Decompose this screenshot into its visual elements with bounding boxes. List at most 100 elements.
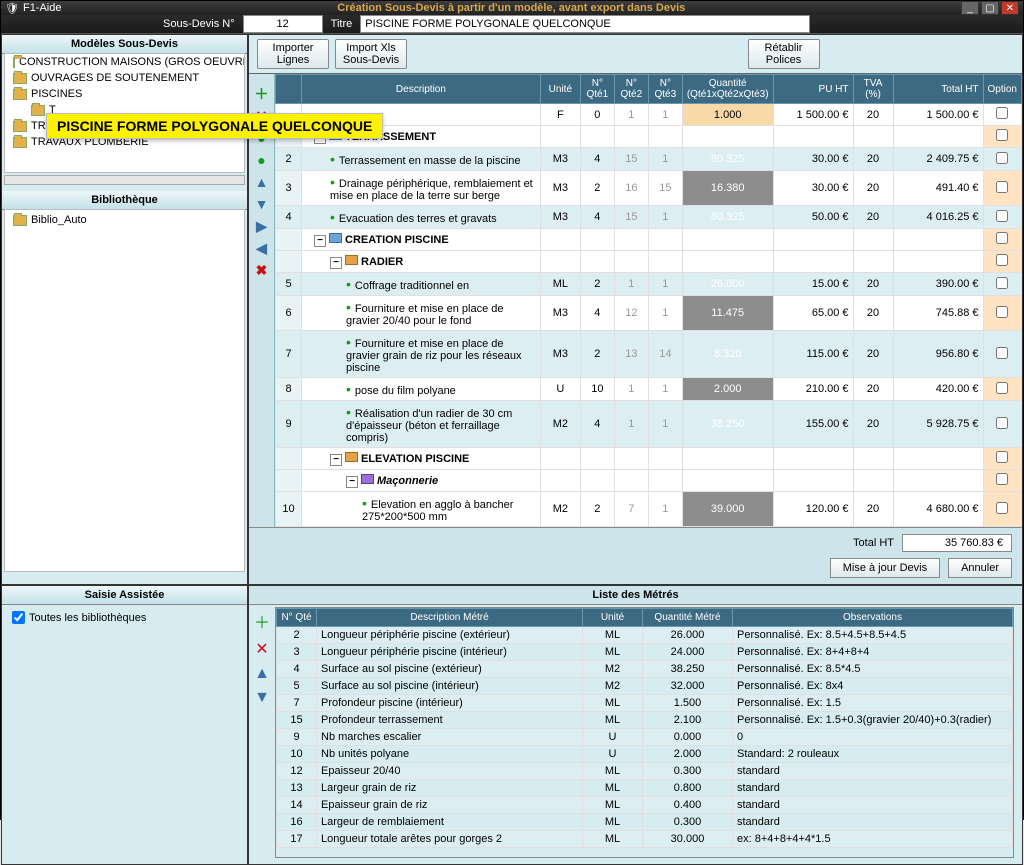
row-down-icon[interactable]: ▼ [254,196,270,212]
metres-delete-icon[interactable]: ✕ [255,639,268,659]
col-unite[interactable]: Unité [540,75,580,104]
biblio-list[interactable]: Biblio_Auto [4,209,245,572]
table-row[interactable]: 4•Evacuation des terres et gravatsM34151… [276,206,1022,229]
col-qte3[interactable]: N° Qté3 [648,75,682,104]
metres-title: Liste des Métrés [249,586,1022,605]
table-row[interactable]: 9•Réalisation d'un radier de 30 cm d'épa… [276,401,1022,448]
metres-row[interactable]: 4Surface au sol piscine (extérieur)M238.… [277,661,1013,678]
col-qte2[interactable]: N° Qté2 [614,75,648,104]
scrollbar-horizontal[interactable] [4,175,245,185]
table-row[interactable]: 2•Terrassement en masse de la piscineM34… [276,148,1022,171]
biblio-item[interactable]: Biblio_Auto [5,210,244,230]
col-qte1[interactable]: N° Qté1 [580,75,614,104]
col-tva[interactable]: TVA (%) [853,75,893,104]
option-checkbox[interactable] [996,232,1008,244]
metres-col-q[interactable]: Quantité Métré [643,609,733,627]
toutes-biblio-input[interactable] [12,611,25,624]
collapse-icon[interactable]: − [330,454,342,466]
option-checkbox[interactable] [996,181,1008,193]
option-checkbox[interactable] [996,277,1008,289]
option-checkbox[interactable] [996,129,1008,141]
option-checkbox[interactable] [996,451,1008,463]
col-description[interactable]: Description [302,75,541,104]
metres-col-obs[interactable]: Observations [733,609,1013,627]
option-checkbox[interactable] [996,210,1008,222]
col-pu[interactable]: PU HT [773,75,853,104]
option-checkbox[interactable] [996,347,1008,359]
table-row[interactable]: 3•Drainage périphérique, remblaiement et… [276,171,1022,206]
metres-row[interactable]: 15Profondeur terrassementML2.100Personna… [277,712,1013,729]
table-row[interactable]: 5•Coffrage traditionnel enML21126.00015.… [276,273,1022,296]
tree-item[interactable]: CONSTRUCTION MAISONS (GROS OEUVRE) [5,54,244,70]
metres-row[interactable]: 17Longueur totale arêtes pour gorges 2ML… [277,831,1013,848]
sousdevis-grid[interactable]: Description Unité N° Qté1 N° Qté2 N° Qté… [275,74,1022,527]
import-xls-button[interactable]: Import XlsSous-Devis [335,39,407,69]
table-row[interactable]: 8•pose du film polyaneU10112.000210.00 €… [276,378,1022,401]
toutes-biblio-checkbox[interactable]: Toutes les bibliothèques [2,605,247,630]
metres-grid[interactable]: N° Qté Description Métré Unité Quantité … [276,608,1013,848]
metres-col-desc[interactable]: Description Métré [317,609,583,627]
minimize-button[interactable]: _ [961,1,979,15]
metres-col-n[interactable]: N° Qté [277,609,317,627]
annuler-button[interactable]: Annuler [948,558,1012,578]
option-checkbox[interactable] [996,473,1008,485]
table-row[interactable]: F0111.0001 500.00 €201 500.00 € [276,104,1022,126]
sousdevis-label: Sous-Devis N° [163,18,235,30]
table-row[interactable]: 7•Fourniture et mise en place de gravier… [276,331,1022,378]
tree-item[interactable]: OUVRAGES DE SOUTENEMENT [5,70,244,86]
collapse-icon[interactable]: − [346,476,358,488]
tree-item[interactable]: PISCINES [5,86,244,102]
col-option[interactable]: Option [983,75,1021,104]
maximize-button[interactable]: ▢ [981,1,999,15]
retablir-polices-button[interactable]: RétablirPolices [748,39,820,69]
row-right-icon[interactable]: ▶ [254,218,270,234]
add-row-icon[interactable]: ＋ [254,86,270,102]
group-row[interactable]: −TERRASSEMENT [276,126,1022,148]
bullet2-icon[interactable]: ● [254,152,270,168]
metres-row[interactable]: 9Nb marches escalierU0.0000 [277,729,1013,746]
option-checkbox[interactable] [996,107,1008,119]
group-row[interactable]: −RADIER [276,251,1022,273]
close-button[interactable]: ✕ [1001,1,1019,15]
option-checkbox[interactable] [996,382,1008,394]
option-checkbox[interactable] [996,254,1008,266]
titlebar: 🛡 F1-Aide Création Sous-Devis à partir d… [1,1,1023,15]
option-checkbox[interactable] [996,417,1008,429]
metres-up-icon[interactable]: ▲ [254,665,270,683]
row-up-icon[interactable]: ▲ [254,174,270,190]
metres-row[interactable]: 13Largeur grain de rizML0.800standard [277,780,1013,797]
remove-icon[interactable]: ✖ [254,262,270,278]
metres-add-icon[interactable]: ＋ [254,609,270,633]
metres-row[interactable]: 14Epaisseur grain de rizML0.400standard [277,797,1013,814]
option-checkbox[interactable] [996,306,1008,318]
metres-row[interactable]: 5Surface au sol piscine (intérieur)M232.… [277,678,1013,695]
importer-lignes-button[interactable]: ImporterLignes [257,39,329,69]
metres-row[interactable]: 16Largeur de remblaiementML0.300standard [277,814,1013,831]
metres-col-u[interactable]: Unité [583,609,643,627]
mise-a-jour-devis-button[interactable]: Mise à jour Devis [830,558,940,578]
group-row[interactable]: −CREATION PISCINE [276,229,1022,251]
option-checkbox[interactable] [996,152,1008,164]
option-checkbox[interactable] [996,502,1008,514]
titre-input[interactable] [360,15,810,33]
table-row[interactable]: 10•Elevation en agglo à bancher 275*200*… [276,492,1022,527]
folder-icon [13,57,15,68]
metres-row[interactable]: 7Profondeur piscine (intérieur)ML1.500Pe… [277,695,1013,712]
group-row[interactable]: −Maçonnerie [276,470,1022,492]
folder-icon [345,255,358,265]
metres-row[interactable]: 3Longueur périphérie piscine (intérieur)… [277,644,1013,661]
metres-row[interactable]: 10Nb unités polyaneU2.000Standard: 2 rou… [277,746,1013,763]
metres-down-icon[interactable]: ▼ [254,689,270,707]
row-left-icon[interactable]: ◀ [254,240,270,256]
sousdevis-num-input[interactable] [243,15,323,33]
folder-icon [329,233,342,243]
col-total[interactable]: Total HT [893,75,983,104]
metres-row[interactable]: 12Epaisseur 20/40ML0.300standard [277,763,1013,780]
collapse-icon[interactable]: − [314,235,326,247]
group-row[interactable]: −ELEVATION PISCINE [276,448,1022,470]
col-quantite[interactable]: Quantité (Qté1xQté2xQté3) [682,75,773,104]
metres-row[interactable]: 2Longueur périphérie piscine (extérieur)… [277,627,1013,644]
table-row[interactable]: 6•Fourniture et mise en place de gravier… [276,296,1022,331]
collapse-icon[interactable]: − [330,257,342,269]
folder-icon [13,89,27,100]
